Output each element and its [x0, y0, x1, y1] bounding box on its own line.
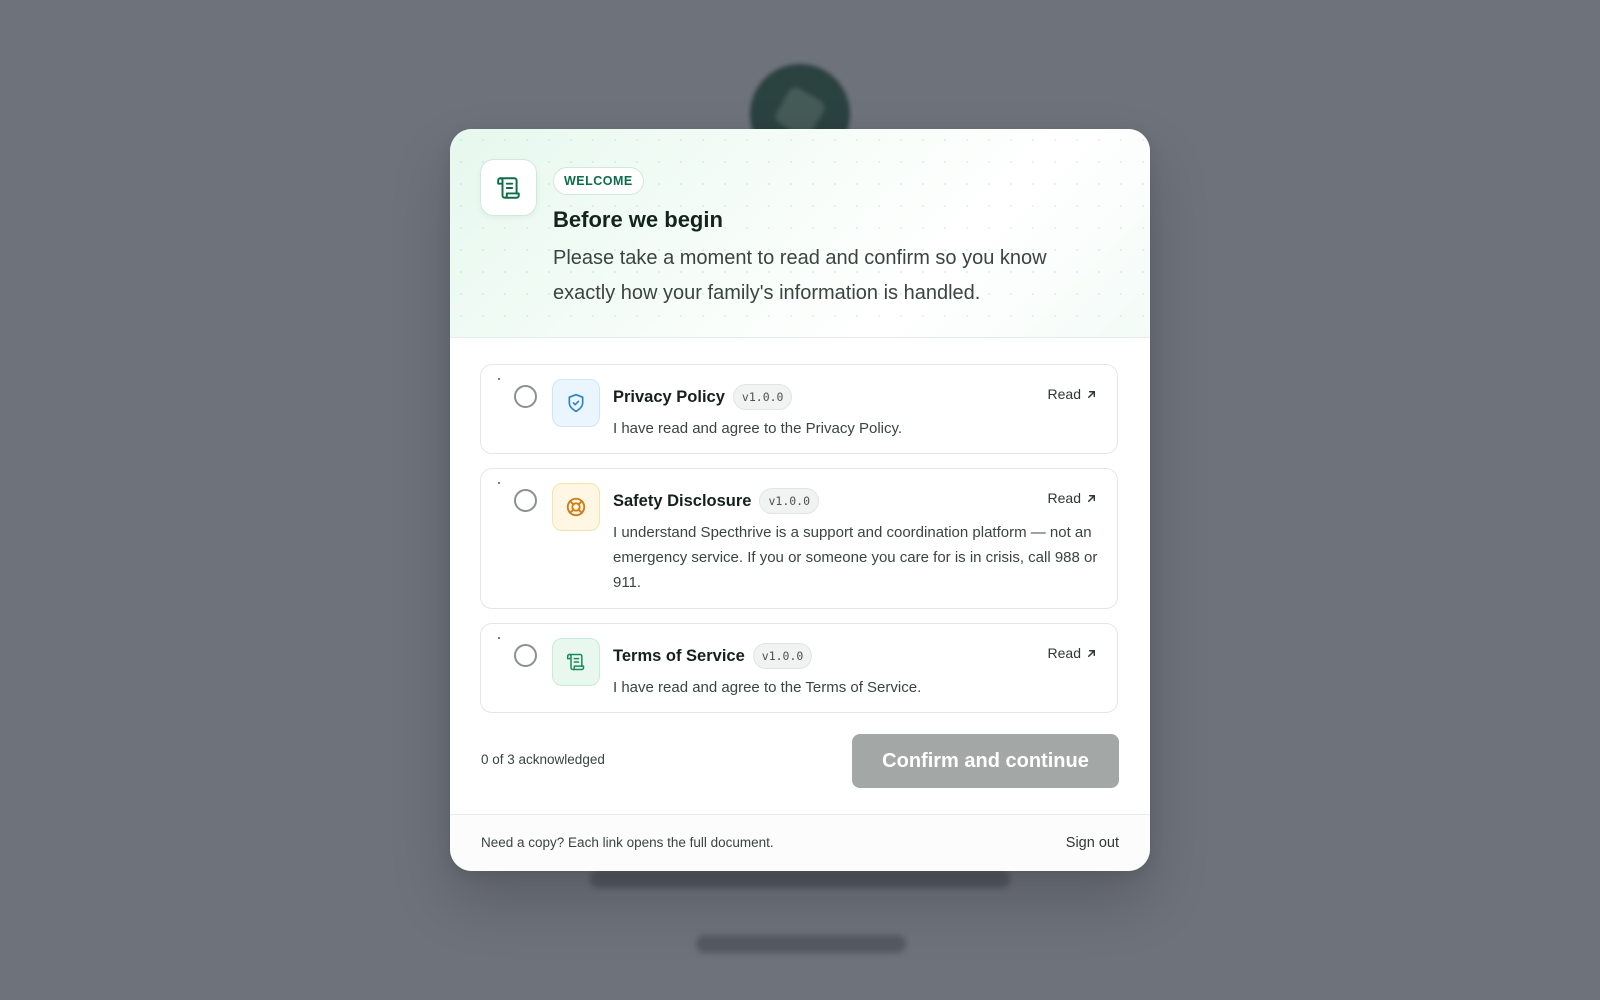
card-marker [498, 482, 500, 484]
read-safety-disclosure-link[interactable]: Read [1048, 490, 1097, 506]
welcome-badge: WELCOME [553, 167, 644, 195]
terms-of-service-checkbox[interactable] [514, 644, 537, 667]
scroll-icon [480, 159, 537, 216]
read-terms-of-service-link[interactable]: Read [1048, 645, 1097, 661]
footer-note: Need a copy? Each link opens the full do… [481, 835, 774, 850]
read-label: Read [1047, 386, 1081, 402]
external-arrow-icon [1088, 494, 1095, 502]
version-badge: v1.0.0 [732, 384, 793, 410]
document-name: Safety Disclosure [613, 491, 752, 510]
acknowledged-count: 0 of 3 acknowledged [481, 752, 605, 767]
modal-subtitle: Please take a moment to read and confirm… [553, 247, 1047, 304]
lifebuoy-icon [552, 483, 600, 531]
card-marker [498, 378, 500, 380]
document-name: Privacy Policy [613, 387, 725, 406]
external-arrow-icon [1088, 649, 1095, 657]
read-label: Read [1047, 490, 1081, 506]
card-marker [498, 637, 500, 639]
document-name: Terms of Service [613, 646, 745, 665]
shield-check-icon [552, 379, 600, 427]
external-arrow-icon [1088, 390, 1095, 398]
modal-title: Before we begin [553, 207, 723, 232]
sign-out-link[interactable]: Sign out [1066, 835, 1119, 851]
safety-disclosure-checkbox[interactable] [514, 489, 537, 512]
read-label: Read [1047, 645, 1081, 661]
card-title-row: Safety Disclosure v1.0.0 [613, 488, 820, 514]
privacy-policy-checkbox[interactable] [514, 385, 537, 408]
background-text-blurred [590, 870, 1010, 888]
version-badge: v1.0.0 [752, 643, 813, 669]
scroll-icon [552, 638, 600, 686]
document-description: I have read and agree to the Privacy Pol… [613, 420, 903, 437]
version-badge: v1.0.0 [759, 488, 820, 514]
document-description: I understand Specthrive is a support and… [613, 524, 1098, 591]
consent-modal: WELCOME Before we begin Please take a mo… [450, 129, 1150, 871]
card-title-row: Privacy Policy v1.0.0 [613, 384, 793, 410]
document-card-privacy-policy: Privacy Policy v1.0.0 I have read and ag… [480, 364, 1118, 454]
document-description: I have read and agree to the Terms of Se… [613, 679, 922, 696]
document-card-terms-of-service: Terms of Service v1.0.0 I have read and … [480, 623, 1118, 713]
read-privacy-policy-link[interactable]: Read [1048, 386, 1097, 402]
card-title-row: Terms of Service v1.0.0 [613, 643, 813, 669]
background-link-blurred [696, 935, 906, 953]
modal-footer: Need a copy? Each link opens the full do… [450, 814, 1150, 871]
modal-header: WELCOME Before we begin Please take a mo… [450, 129, 1150, 338]
confirm-and-continue-button[interactable]: Confirm and continue [852, 734, 1119, 788]
document-card-safety-disclosure: Safety Disclosure v1.0.0 I understand Sp… [480, 468, 1118, 609]
